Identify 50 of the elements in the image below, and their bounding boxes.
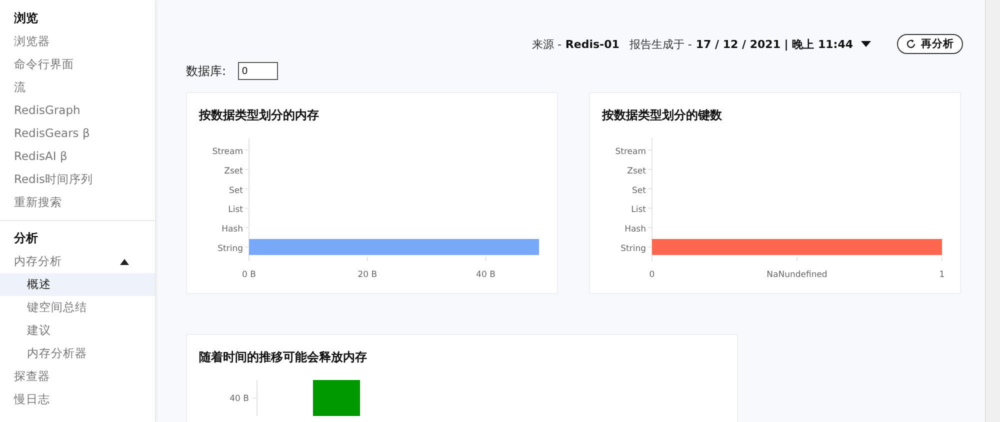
- sidebar-heading: 浏览: [13, 10, 39, 27]
- sidebar-item[interactable]: 探查器: [0, 365, 155, 388]
- sidebar-subitem[interactable]: 键空间总结: [0, 296, 155, 319]
- axis-tick-label: 1: [939, 270, 945, 280]
- caret-icon[interactable]: [861, 41, 871, 47]
- sidebar-item[interactable]: RedisGraph: [0, 99, 155, 122]
- sidebar-item[interactable]: RedisAI β: [0, 145, 155, 168]
- category-label: List: [228, 205, 243, 216]
- sidebar-item[interactable]: 慢日志: [0, 388, 155, 411]
- database-label: 数据库:: [186, 62, 226, 80]
- report-generated-label: 报告生成于 -: [629, 36, 692, 52]
- axis-tick-label: 40 B: [476, 270, 496, 280]
- sidebar-subitem[interactable]: 内存分析器: [0, 342, 155, 365]
- category-label: Zset: [224, 166, 243, 176]
- sidebar-subitem[interactable]: 建议: [0, 319, 155, 342]
- sidebar-item[interactable]: 内存分析: [0, 250, 155, 273]
- axis-tick-label: NaNundefined: [766, 270, 828, 280]
- report-date: 17 / 12 / 2021 | 晚上 11:44: [696, 36, 853, 52]
- scrollbar[interactable]: [985, 0, 1000, 422]
- sidebar-item[interactable]: RedisGears β: [0, 122, 155, 145]
- reanalyze-button[interactable]: 再分析: [897, 34, 963, 54]
- source-name: Redis-01: [565, 38, 620, 50]
- category-label: Hash: [222, 224, 243, 235]
- sidebar-item[interactable]: 重新搜索: [0, 191, 155, 214]
- category-label: Stream: [615, 147, 646, 157]
- sidebar-subitem[interactable]: 概述: [0, 273, 155, 296]
- sidebar-item[interactable]: 命令行界面: [0, 53, 155, 76]
- category-label: Set: [229, 186, 243, 196]
- sidebar-item[interactable]: Redis时间序列: [0, 168, 155, 191]
- category-label: String: [620, 244, 646, 254]
- database-input-field[interactable]: 0: [238, 62, 278, 80]
- axis-tick-label: 0: [649, 270, 655, 280]
- axis-tick-label: 0 B: [242, 270, 256, 280]
- sidebar-item[interactable]: 流: [0, 76, 155, 99]
- axis-tick-label: 20 B: [358, 270, 378, 280]
- category-label: Set: [632, 186, 646, 196]
- category-label: List: [631, 205, 646, 216]
- category-label: Zset: [627, 166, 646, 176]
- chart-title: 按数据类型划分的键数: [602, 107, 723, 124]
- source-label: 来源 -: [532, 36, 562, 52]
- category-label: Hash: [624, 224, 646, 235]
- chart-title: 按数据类型划分的内存: [199, 107, 320, 124]
- sidebar-heading: 分析: [12, 230, 39, 247]
- refresh-icon: [906, 39, 916, 49]
- collapse-arrow-icon[interactable]: [120, 258, 129, 264]
- bar-chart-drawing: 40 B: [199, 376, 399, 416]
- chart-title: 随着时间的推移可能会释放内存: [199, 349, 368, 366]
- sidebar-item[interactable]: 浏览器: [0, 30, 155, 53]
- category-label: Stream: [212, 147, 243, 157]
- category-label: String: [218, 244, 243, 254]
